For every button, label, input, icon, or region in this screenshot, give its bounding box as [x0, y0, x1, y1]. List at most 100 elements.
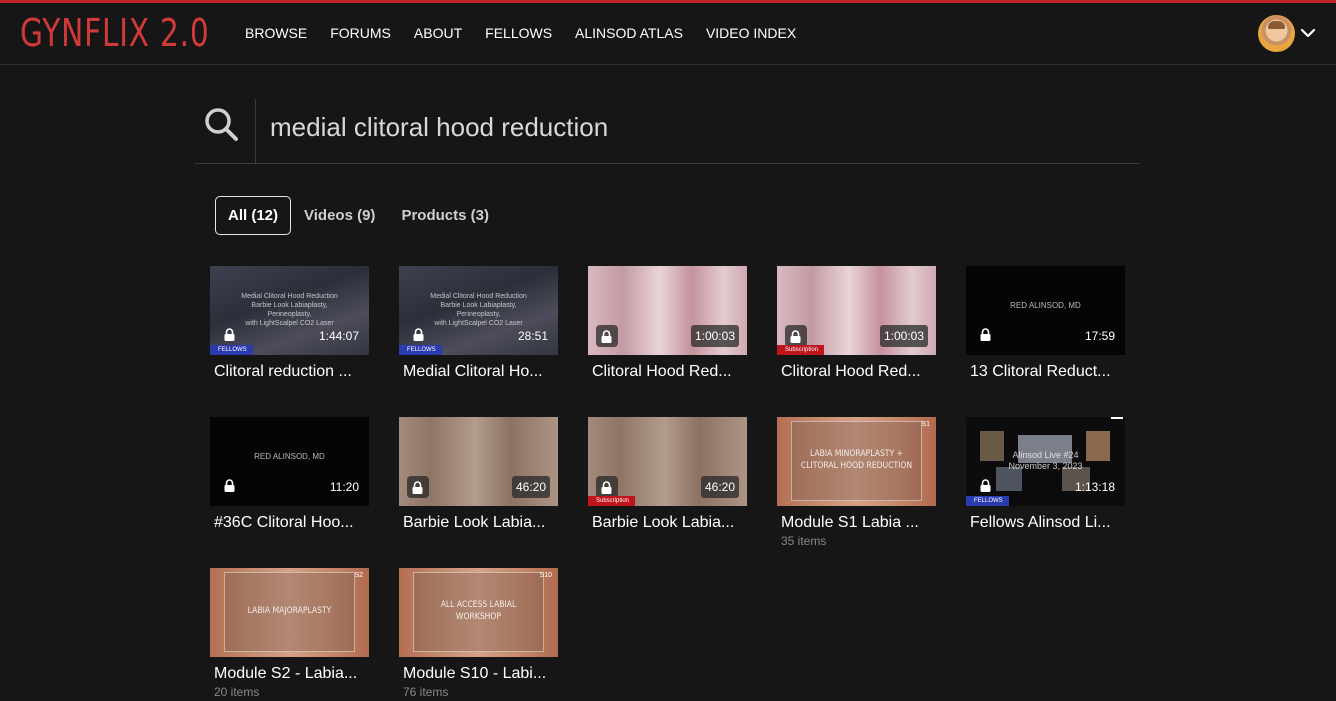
search-icon[interactable] [203, 106, 239, 142]
avatar[interactable] [1258, 15, 1295, 52]
card-title[interactable]: Barbie Look Labia... [399, 514, 555, 532]
lock-badge [596, 325, 618, 347]
header: GYNFLIX 2.0 BROWSE FORUMS ABOUT FELLOWS … [0, 3, 1336, 65]
thumb-caption: LABIA MINORAPLASTY + [809, 449, 903, 459]
duration-label: 1:00:03 [879, 325, 928, 347]
result-card[interactable]: S10 ALL ACCESS LABIAL WORKSHOP Module S1… [399, 568, 558, 699]
result-card[interactable]: RED ALINSOD, MD 11:20 #36C Clitoral Hoo.… [210, 417, 369, 532]
thumb-caption: with LightScalpel CO2 Laser [245, 320, 334, 327]
lock-icon [412, 481, 423, 494]
card-title[interactable]: Module S10 - Labi... [399, 665, 555, 683]
card-title[interactable]: Fellows Alinsod Li... [966, 514, 1122, 532]
result-card[interactable]: 46:20 Barbie Look Labia... [399, 417, 558, 532]
lock-badge [407, 476, 429, 498]
thumb-caption: CLITORAL HOOD REDUCTION [800, 461, 913, 471]
video-thumbnail[interactable]: 1:00:03 [588, 266, 747, 355]
result-card[interactable]: 1:00:03 Subscription Clitoral Hood Red..… [777, 266, 936, 381]
product-thumbnail[interactable]: S2 LABIA MAJORAPLASTY [210, 568, 369, 657]
result-card[interactable]: 1:00:03 Clitoral Hood Red... [588, 266, 747, 381]
card-title[interactable]: Barbie Look Labia... [588, 514, 744, 532]
thumb-caption: Medial Clitoral Hood Reduction [430, 293, 527, 300]
thumb-caption: LABIA MAJORAPLASTY [247, 606, 332, 616]
thumb-caption: WORKSHOP [455, 612, 502, 622]
duration-label: 1:00:03 [690, 325, 739, 347]
nav-about[interactable]: ABOUT [414, 25, 462, 41]
result-tabs: All (12) Videos (9) Products (3) [215, 196, 515, 235]
thumb-caption: November 3, 2023 [1008, 461, 1083, 471]
search-input[interactable] [270, 107, 1130, 147]
result-card[interactable]: Alinsod Live #24 November 3, 2023 1:13:1… [966, 417, 1125, 532]
video-thumbnail[interactable]: RED ALINSOD, MD 11:20 [210, 417, 369, 506]
subscription-badge: Subscription [588, 496, 636, 506]
thumb-caption: ALL ACCESS LABIAL [440, 600, 517, 610]
logo[interactable]: GYNFLIX 2.0 [20, 11, 210, 55]
lock-badge [785, 325, 807, 347]
duration-label: 1:13:18 [1074, 480, 1115, 494]
lock-icon [413, 328, 424, 341]
video-thumbnail[interactable]: RED ALINSOD, MD 17:59 [966, 266, 1125, 355]
lock-icon [601, 481, 612, 494]
lock-badge [596, 476, 618, 498]
card-title[interactable]: Clitoral Hood Red... [777, 363, 933, 381]
tab-videos[interactable]: Videos (9) [304, 207, 375, 224]
product-thumbnail[interactable]: S10 ALL ACCESS LABIAL WORKSHOP [399, 568, 558, 657]
product-thumbnail[interactable]: S1 LABIA MINORAPLASTY + CLITORAL HOOD RE… [777, 417, 936, 506]
lock-icon [224, 479, 235, 492]
video-thumbnail[interactable]: Alinsod Live #24 November 3, 2023 1:13:1… [966, 417, 1125, 506]
result-card[interactable]: Medial Clitoral Hood Reduction Barbie Lo… [210, 266, 369, 381]
card-title[interactable]: Module S2 - Labia... [210, 665, 366, 683]
nav-video-index[interactable]: VIDEO INDEX [706, 25, 796, 41]
fellows-badge: FELLOWS [210, 345, 253, 355]
nav-forums[interactable]: FORUMS [330, 25, 391, 41]
result-card[interactable]: S1 LABIA MINORAPLASTY + CLITORAL HOOD RE… [777, 417, 936, 548]
card-title[interactable]: Module S1 Labia ... [777, 514, 933, 532]
nav-alinsod-atlas[interactable]: ALINSOD ATLAS [575, 25, 683, 41]
lock-icon [224, 328, 235, 341]
video-thumbnail[interactable]: 46:20 Subscription [588, 417, 747, 506]
duration-label: 1:44:07 [318, 329, 359, 343]
module-tag: S2 [354, 572, 363, 579]
search-bar [195, 95, 1140, 164]
card-title[interactable]: Clitoral Hood Red... [588, 363, 744, 381]
duration-label: 28:51 [517, 329, 548, 343]
nav-browse[interactable]: BROWSE [245, 25, 307, 41]
tab-all[interactable]: All (12) [215, 196, 292, 235]
card-title[interactable]: Clitoral reduction ... [210, 363, 366, 381]
thumb-caption: Alinsod Live #24 [1012, 450, 1079, 460]
video-thumbnail[interactable]: 1:00:03 Subscription [777, 266, 936, 355]
lock-icon [601, 330, 612, 343]
lock-icon [980, 328, 991, 341]
video-thumbnail[interactable]: 46:20 [399, 417, 558, 506]
card-title[interactable]: Medial Clitoral Ho... [399, 363, 555, 381]
lock-icon [790, 330, 801, 343]
duration-label: 17:59 [1084, 329, 1115, 343]
item-count: 20 items [214, 685, 260, 699]
duration-label: 46:20 [700, 476, 739, 498]
nav-fellows[interactable]: FELLOWS [485, 25, 552, 41]
result-card[interactable]: RED ALINSOD, MD 17:59 13 Clitoral Reduct… [966, 266, 1125, 381]
result-card[interactable]: S2 LABIA MAJORAPLASTY Module S2 - Labia.… [210, 568, 369, 699]
thumb-caption: Barbie Look Labiaplasty, [251, 302, 328, 309]
main-nav: BROWSE FORUMS ABOUT FELLOWS ALINSOD ATLA… [245, 25, 819, 41]
module-tag: S1 [921, 421, 930, 428]
video-thumbnail[interactable]: Medial Clitoral Hood Reduction Barbie Lo… [399, 266, 558, 355]
card-title[interactable]: 13 Clitoral Reduct... [966, 363, 1122, 381]
thumb-caption: with LightScalpel CO2 Laser [434, 320, 523, 327]
thumb-caption: Medial Clitoral Hood Reduction [241, 293, 338, 300]
result-card[interactable]: Medial Clitoral Hood Reduction Barbie Lo… [399, 266, 558, 381]
item-count: 76 items [403, 685, 449, 699]
tab-products[interactable]: Products (3) [401, 207, 489, 224]
search-divider [255, 99, 256, 163]
card-title[interactable]: #36C Clitoral Hoo... [210, 514, 366, 532]
subscription-badge: Subscription [777, 345, 825, 355]
result-card[interactable]: 46:20 Subscription Barbie Look Labia... [588, 417, 747, 532]
video-thumbnail[interactable]: Medial Clitoral Hood Reduction Barbie Lo… [210, 266, 369, 355]
lock-icon [980, 479, 991, 492]
thumb-caption: Perineoplasty, [456, 311, 501, 318]
chevron-down-icon[interactable] [1300, 25, 1316, 41]
module-tag: S10 [539, 572, 552, 579]
thumb-caption: RED ALINSOD, MD [254, 452, 325, 461]
duration-label: 46:20 [511, 476, 550, 498]
fellows-badge: FELLOWS [399, 345, 442, 355]
thumb-caption: Perineoplasty, [267, 311, 312, 318]
